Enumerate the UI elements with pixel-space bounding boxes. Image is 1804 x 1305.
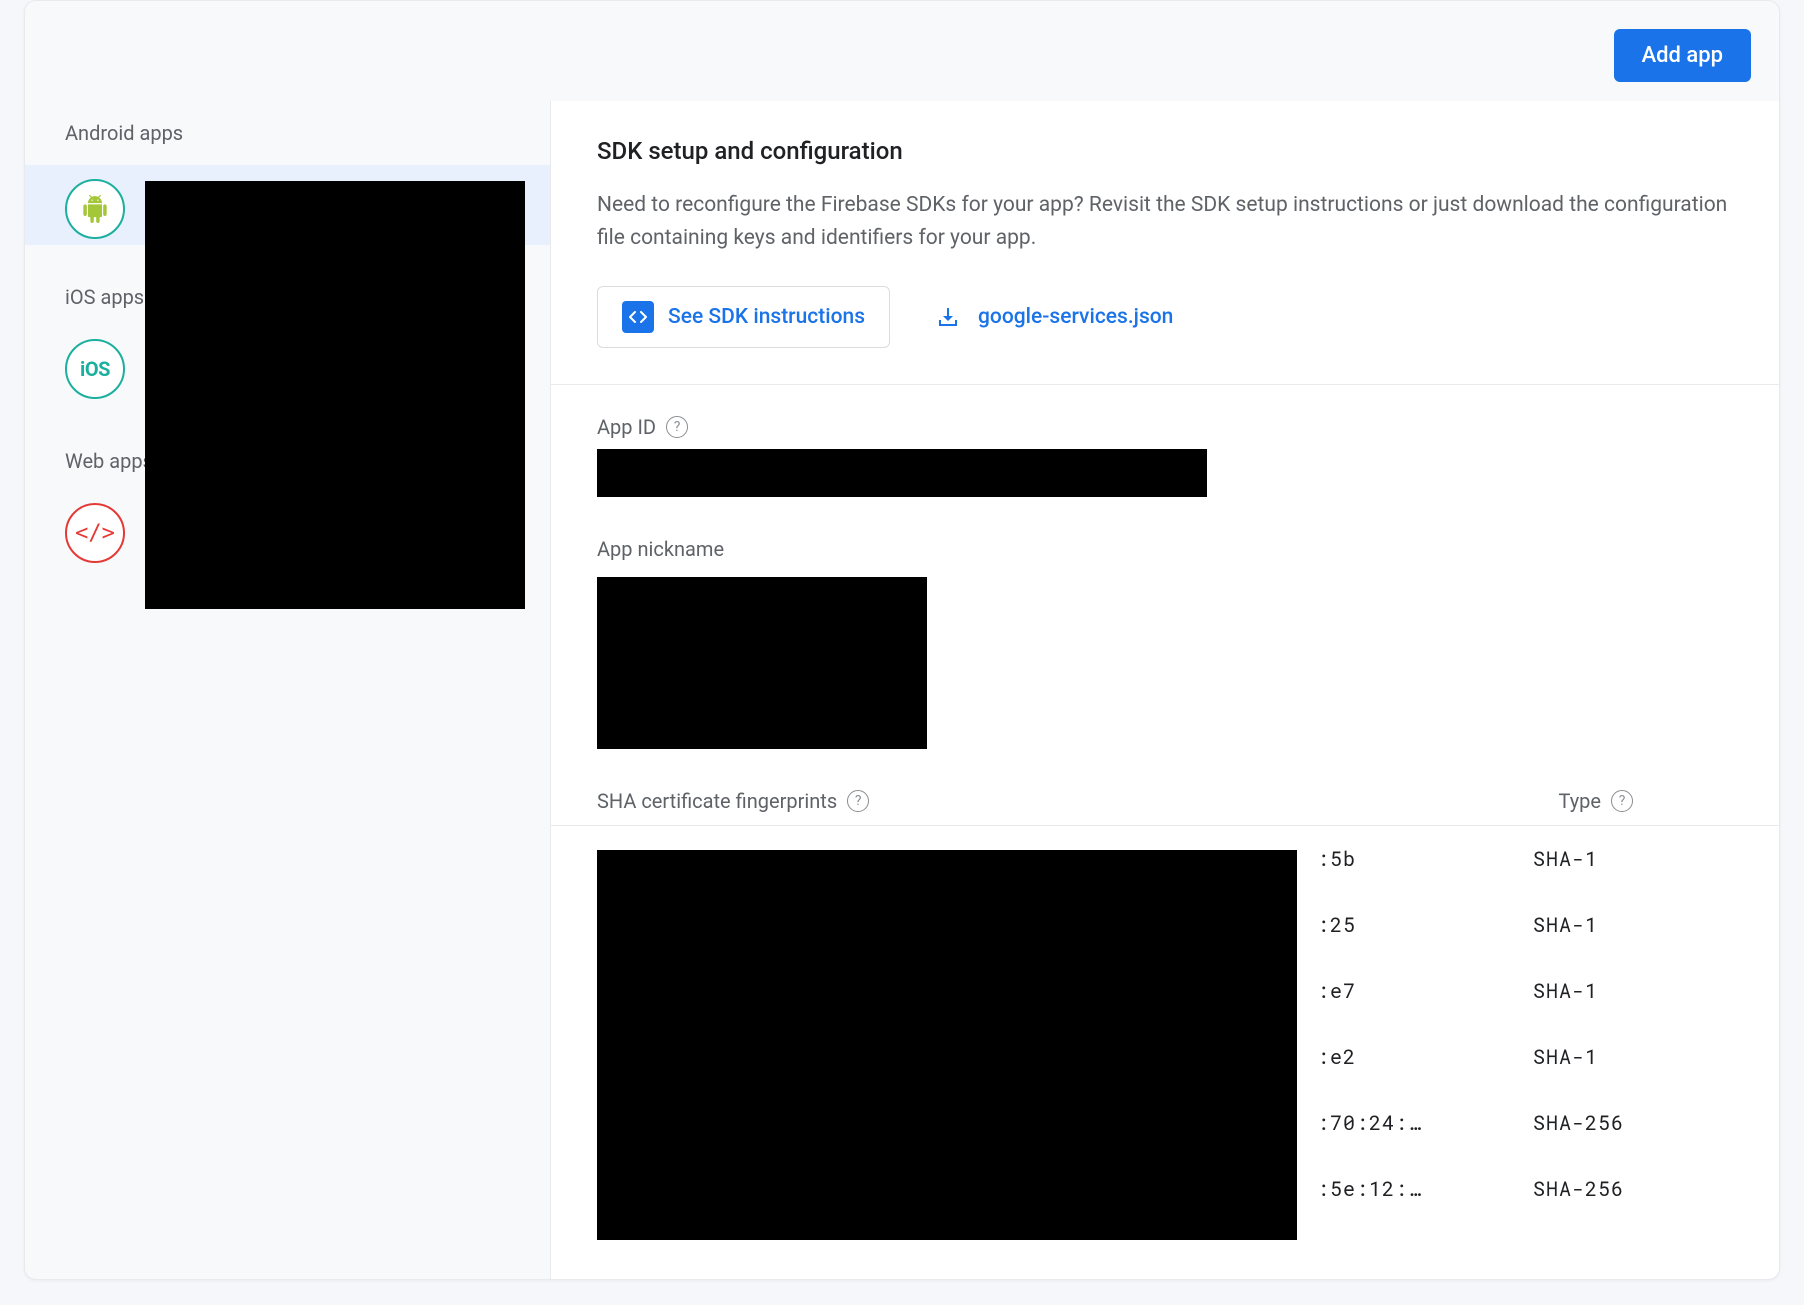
sha-type: SHA-1: [1533, 978, 1733, 1004]
sha-type: SHA-256: [1533, 1110, 1733, 1136]
main-panel: SDK setup and configuration Need to reco…: [550, 101, 1779, 1279]
help-icon[interactable]: ?: [666, 416, 688, 438]
app-id-label-text: App ID: [597, 415, 656, 439]
content-wrapper: Android apps iOS apps iOS: [25, 101, 1779, 1279]
ios-icon: iOS: [80, 357, 110, 381]
android-section-label: Android apps: [25, 101, 550, 165]
sha-type-label-text: Type: [1558, 789, 1601, 813]
sha-label: SHA certificate fingerprints ?: [597, 789, 869, 813]
add-app-button[interactable]: Add app: [1614, 29, 1751, 82]
app-id-section: App ID ?: [551, 385, 1779, 507]
download-config-link[interactable]: google-services.json: [936, 305, 1173, 329]
sha-fingerprints-table: :5b SHA-1 :25 SHA-1 :e7 SHA-1 :e2 SHA-1 …: [551, 825, 1779, 1222]
sdk-instructions-label: See SDK instructions: [668, 305, 865, 329]
nickname-section: App nickname: [551, 507, 1779, 759]
ios-icon-circle: iOS: [65, 339, 125, 399]
sha-type: SHA-1: [1533, 1044, 1733, 1070]
sha-type: SHA-1: [1533, 912, 1733, 938]
web-icon: </>: [75, 521, 115, 546]
android-icon: [81, 195, 109, 223]
sdk-section: SDK setup and configuration Need to reco…: [551, 101, 1779, 384]
redacted-nickname-value: [597, 577, 927, 749]
redacted-sha-values: [597, 850, 1297, 1240]
sdk-description: Need to reconfigure the Firebase SDKs fo…: [597, 189, 1733, 254]
download-icon: [936, 305, 960, 329]
apps-sidebar: Android apps iOS apps iOS: [25, 101, 550, 1279]
sdk-action-row: See SDK instructions google-services.jso…: [597, 286, 1733, 348]
code-icon: [622, 301, 654, 333]
download-config-label: google-services.json: [978, 305, 1173, 329]
sha-type: SHA-256: [1533, 1176, 1733, 1202]
android-icon-circle: [65, 179, 125, 239]
sha-header: SHA certificate fingerprints ? Type ?: [551, 759, 1779, 825]
redacted-app-id-value: [597, 449, 1207, 497]
help-icon[interactable]: ?: [847, 790, 869, 812]
see-sdk-instructions-button[interactable]: See SDK instructions: [597, 286, 890, 348]
sha-type-label: Type ?: [1558, 789, 1633, 813]
help-icon[interactable]: ?: [1611, 790, 1633, 812]
nickname-label-text: App nickname: [597, 537, 724, 561]
sha-type: SHA-1: [1533, 846, 1733, 872]
web-icon-circle: </>: [65, 503, 125, 563]
sha-label-text: SHA certificate fingerprints: [597, 789, 837, 813]
app-id-label: App ID ?: [597, 415, 1733, 439]
settings-card: Add app Android apps iOS apps iOS: [24, 0, 1780, 1280]
redacted-app-names: [145, 181, 525, 609]
nickname-label: App nickname: [597, 537, 1733, 561]
sdk-title: SDK setup and configuration: [597, 137, 1733, 165]
